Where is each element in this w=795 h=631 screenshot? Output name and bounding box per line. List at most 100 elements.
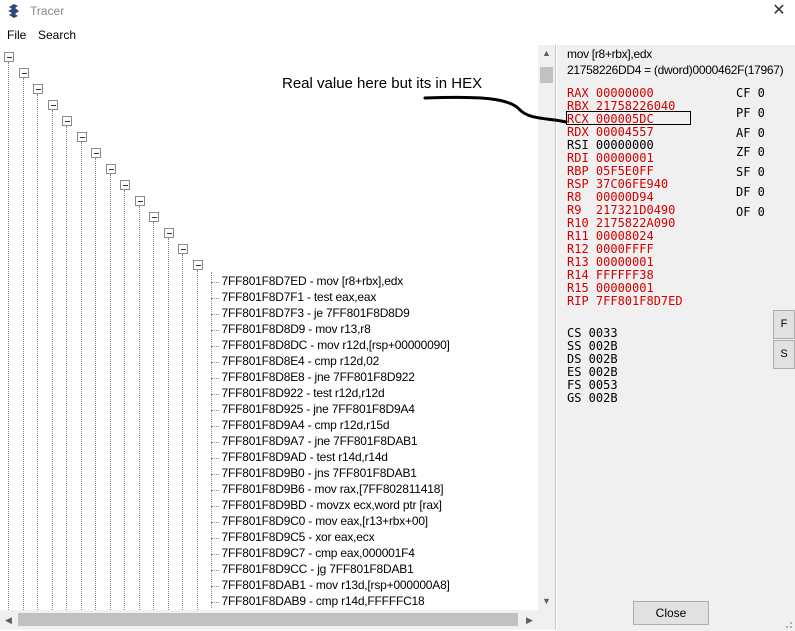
close-window-icon[interactable]: ✕ <box>769 2 789 20</box>
collapse-node-icon[interactable] <box>62 116 72 126</box>
tree-branch-line <box>210 538 219 539</box>
segment-gs[interactable]: GS 002B <box>567 392 618 405</box>
trace-entry[interactable]: 7FF801F8D9B6 - mov rax,[7FF802811418] <box>222 482 444 496</box>
collapse-node-icon[interactable] <box>76 132 87 142</box>
title-bar: Tracer ✕ <box>0 0 795 24</box>
collapse-node-icon[interactable] <box>91 148 101 158</box>
flag-sf[interactable]: SF 0 <box>736 166 765 179</box>
scroll-right-icon[interactable]: ▶ <box>521 610 538 630</box>
tree-guide-line <box>182 254 183 610</box>
collapse-node-icon[interactable] <box>149 212 159 222</box>
tree-branch-line <box>210 474 219 475</box>
trace-entry[interactable]: 7FF801F8D8E4 - cmp r12d,02 <box>222 354 380 368</box>
scroll-up-icon[interactable]: ▲ <box>538 45 555 62</box>
tree-guide-line <box>124 190 125 610</box>
register-rip[interactable]: RIP 7FF801F8D7ED <box>567 295 683 308</box>
tree-branch-line <box>210 570 219 571</box>
scroll-down-icon[interactable]: ▼ <box>538 593 555 610</box>
trace-entry[interactable]: 7FF801F8D9A4 - cmp r12d,r15d <box>222 418 390 432</box>
annotation-arrow <box>423 95 568 124</box>
tree-guide-line <box>196 270 198 610</box>
close-button[interactable]: Close <box>633 601 709 625</box>
rcx-highlight-box <box>566 111 691 125</box>
trace-entry[interactable]: 7FF801F8D9C0 - mov eax,[r13+rbx+00] <box>222 514 429 528</box>
flag-cf[interactable]: CF 0 <box>736 87 765 100</box>
memory-value: 21758226DD4 = (dword)0000462F(17967) <box>567 63 784 77</box>
trace-entry[interactable]: 7FF801F8D925 - jne 7FF801F8D9A4 <box>222 402 415 416</box>
tree-branch-line <box>210 554 219 555</box>
collapse-node-icon[interactable] <box>18 68 29 78</box>
flag-of[interactable]: OF 0 <box>736 205 765 219</box>
menu-file[interactable]: File <box>7 28 26 42</box>
tree-branch-line <box>210 522 219 523</box>
trace-entry[interactable]: 7FF801F8D8D9 - mov r13,r8 <box>222 322 371 336</box>
tree-branch-line <box>210 394 219 395</box>
collapse-node-icon[interactable] <box>134 196 145 206</box>
tree-branch-line <box>210 282 219 283</box>
resize-grip-icon[interactable] <box>781 617 793 629</box>
tree-branch-line <box>210 330 219 331</box>
horizontal-scroll-thumb[interactable] <box>18 613 518 626</box>
collapse-node-icon[interactable] <box>163 228 174 238</box>
collapse-node-icon[interactable] <box>120 180 130 190</box>
menu-search[interactable]: Search <box>38 28 76 42</box>
scrollbar-corner <box>538 610 555 630</box>
stack-button[interactable]: S <box>773 340 795 369</box>
trace-entry[interactable]: 7FF801F8D8DC - mov r12d,[rsp+00000090] <box>222 338 450 352</box>
tree-branch-line <box>210 346 219 347</box>
trace-entry[interactable]: 7FF801F8DAB9 - cmp r14d,FFFFFC18 <box>222 594 425 608</box>
tree-guide-line <box>210 272 212 608</box>
collapse-node-icon[interactable] <box>178 244 188 254</box>
collapse-node-icon[interactable] <box>47 100 58 110</box>
flag-pf[interactable]: PF 0 <box>736 106 765 120</box>
trace-entry[interactable]: 7FF801F8D9C7 - cmp eax,000001F4 <box>222 546 415 560</box>
float-registers-button[interactable]: F <box>773 310 795 339</box>
trace-entry[interactable]: 7FF801F8D7ED - mov [r8+rbx],edx <box>222 274 404 288</box>
scroll-left-icon[interactable]: ◀ <box>0 610 17 630</box>
tree-branch-line <box>210 490 219 491</box>
tree-guide-line <box>66 126 67 610</box>
collapse-node-icon[interactable] <box>33 84 43 94</box>
cheat-engine-icon <box>8 4 19 18</box>
horizontal-scrollbar[interactable]: ◀ ▶ <box>0 610 538 630</box>
tree-branch-line <box>210 298 219 299</box>
tree-branch-line <box>210 442 219 443</box>
tree-guide-line <box>8 62 9 610</box>
collapse-node-icon[interactable] <box>4 52 14 62</box>
trace-entry[interactable]: 7FF801F8DAB1 - mov r13d,[rsp+000000A8] <box>222 578 450 592</box>
tree-guide-line <box>51 110 53 610</box>
trace-entry[interactable]: 7FF801F8D922 - test r12d,r12d <box>222 386 385 400</box>
trace-entry[interactable]: 7FF801F8D9CC - jg 7FF801F8DAB1 <box>222 562 414 576</box>
tree-branch-line <box>210 410 219 411</box>
tree-branch-line <box>210 362 219 363</box>
trace-entry[interactable]: 7FF801F8D7F1 - test eax,eax <box>222 290 377 304</box>
vertical-scroll-thumb[interactable] <box>540 67 553 83</box>
window-title: Tracer <box>30 4 65 18</box>
tree-branch-line <box>210 314 219 315</box>
tree-branch-line <box>210 506 219 507</box>
collapse-node-icon[interactable] <box>192 260 203 270</box>
tree-guide-line <box>153 222 154 610</box>
tree-branch-line <box>210 426 219 427</box>
trace-entry[interactable]: 7FF801F8D8E8 - jne 7FF801F8D922 <box>222 370 415 384</box>
trace-entry[interactable]: 7FF801F8D7F3 - je 7FF801F8D8D9 <box>222 306 410 320</box>
trace-tree-panel: 7FF801F8D7ED - mov [r8+rbx],edx 7FF801F8D… <box>0 45 556 630</box>
collapse-node-icon[interactable] <box>105 164 116 174</box>
trace-entry[interactable]: 7FF801F8D9A7 - jne 7FF801F8DAB1 <box>222 434 418 448</box>
trace-entry[interactable]: 7FF801F8D9C5 - xor eax,ecx <box>222 530 375 544</box>
tree-guide-line <box>109 174 111 610</box>
flag-af[interactable]: AF 0 <box>736 126 765 140</box>
tree-branch-line <box>210 586 219 587</box>
tree-branch-line <box>210 458 219 459</box>
tree-guide-line <box>37 94 38 610</box>
tree-guide-line <box>138 206 140 610</box>
tree-branch-line <box>210 378 219 379</box>
trace-entry[interactable]: 7FF801F8D9B0 - jns 7FF801F8DAB1 <box>222 466 417 480</box>
tree-guide-line <box>167 238 169 610</box>
trace-entry[interactable]: 7FF801F8D9BD - movzx ecx,word ptr [rax] <box>222 498 442 512</box>
annotation-text: Real value here but its in HEX <box>282 75 483 92</box>
register-panel: mov [r8+rbx],edx 21758226DD4 = (dword)00… <box>557 45 795 631</box>
flag-zf[interactable]: ZF 0 <box>736 146 765 159</box>
trace-entry[interactable]: 7FF801F8D9AD - test r14d,r14d <box>222 450 388 464</box>
flag-df[interactable]: DF 0 <box>736 186 765 199</box>
